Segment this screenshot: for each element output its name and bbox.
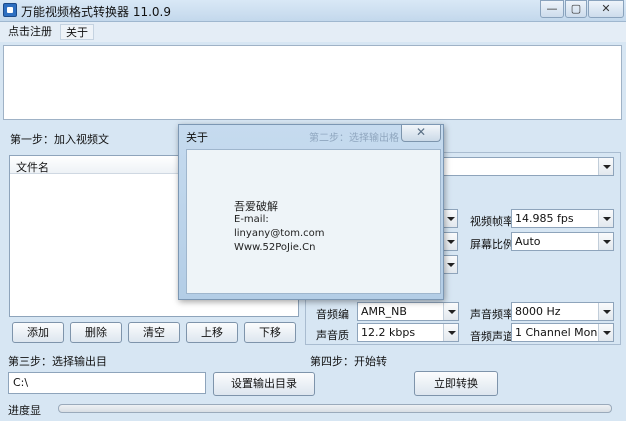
about-dialog-body: 吾爱破解 E-mail: linyany@tom.com Www.52PoJie… xyxy=(186,149,441,294)
convert-button[interactable]: 立即转换 xyxy=(414,371,498,396)
about-dialog: 关于 第二步：选择输出格 ✕ 吾爱破解 E-mail: linyany@tom.… xyxy=(178,124,444,300)
about-line-1: 吾爱破解 xyxy=(234,200,278,213)
audio-quality-label: 声音质 xyxy=(316,329,349,342)
chevron-down-icon xyxy=(443,303,458,320)
chevron-down-icon xyxy=(598,324,613,341)
chevron-down-icon xyxy=(442,256,457,273)
column-filename: 文件名 xyxy=(16,161,49,174)
chevron-down-icon xyxy=(598,303,613,320)
audio-quality-combo[interactable]: 12.2 kbps xyxy=(357,323,459,342)
sample-rate-combo[interactable]: 8000 Hz xyxy=(511,302,614,321)
audio-codec-value: AMR_NB xyxy=(361,305,407,318)
about-website[interactable]: Www.52PoJie.Cn xyxy=(234,242,315,253)
sample-rate-label: 声音频率 xyxy=(470,308,514,321)
step2-label-behind: 第二步：选择输出格 xyxy=(309,133,399,144)
app-icon xyxy=(3,3,17,17)
step4-label: 第四步：开始转 xyxy=(310,355,387,368)
set-output-button[interactable]: 设置输出目录 xyxy=(213,372,315,396)
frame-rate-value: 14.985 fps xyxy=(515,212,574,225)
top-info-panel xyxy=(3,45,622,120)
about-email[interactable]: linyany@tom.com xyxy=(234,228,325,239)
audio-codec-combo[interactable]: AMR_NB xyxy=(357,302,459,321)
channels-combo[interactable]: 1 Channel Mono xyxy=(511,323,614,342)
about-dialog-title: 关于 xyxy=(186,131,208,144)
step1-label: 第一步：加入视频文 xyxy=(10,133,109,146)
add-button[interactable]: 添加 xyxy=(12,322,64,343)
progress-bar xyxy=(58,404,612,413)
aspect-ratio-value: Auto xyxy=(515,235,541,248)
channels-label: 音频声道 xyxy=(470,330,514,343)
minimize-button[interactable]: — xyxy=(540,0,564,18)
chevron-down-icon xyxy=(598,158,613,175)
output-path-input[interactable]: C:\ xyxy=(8,372,206,394)
chevron-down-icon xyxy=(442,210,457,227)
clear-button[interactable]: 清空 xyxy=(128,322,180,343)
about-line-2: E-mail: xyxy=(234,214,269,225)
chevron-down-icon xyxy=(443,324,458,341)
window-title: 万能视频格式转换器 11.0.9 xyxy=(21,5,171,19)
chevron-down-icon xyxy=(598,233,613,250)
channels-value: 1 Channel Mono xyxy=(515,326,605,339)
step3-label: 第三步：选择输出目 xyxy=(8,355,107,368)
frame-rate-combo[interactable]: 14.985 fps xyxy=(511,209,614,228)
menu-about[interactable]: 关于 xyxy=(60,24,94,40)
about-close-button[interactable]: ✕ xyxy=(401,125,441,142)
frame-rate-label: 视频帧率 xyxy=(470,215,514,228)
aspect-ratio-label: 屏幕比例 xyxy=(470,238,514,251)
chevron-down-icon xyxy=(598,210,613,227)
move-up-button[interactable]: 上移 xyxy=(186,322,238,343)
progress-label: 进度显 xyxy=(8,404,41,417)
delete-button[interactable]: 删除 xyxy=(70,322,122,343)
close-button[interactable]: ✕ xyxy=(588,0,624,18)
title-bar: 万能视频格式转换器 11.0.9 — ▢ ✕ xyxy=(0,0,626,22)
chevron-down-icon xyxy=(442,233,457,250)
aspect-ratio-combo[interactable]: Auto xyxy=(511,232,614,251)
audio-quality-value: 12.2 kbps xyxy=(361,326,416,339)
sample-rate-value: 8000 Hz xyxy=(515,305,561,318)
output-format-combo[interactable] xyxy=(440,157,614,176)
move-down-button[interactable]: 下移 xyxy=(244,322,296,343)
audio-codec-label: 音频编 xyxy=(316,308,349,321)
maximize-button[interactable]: ▢ xyxy=(565,0,587,18)
menu-register[interactable]: 点击注册 xyxy=(3,24,57,40)
